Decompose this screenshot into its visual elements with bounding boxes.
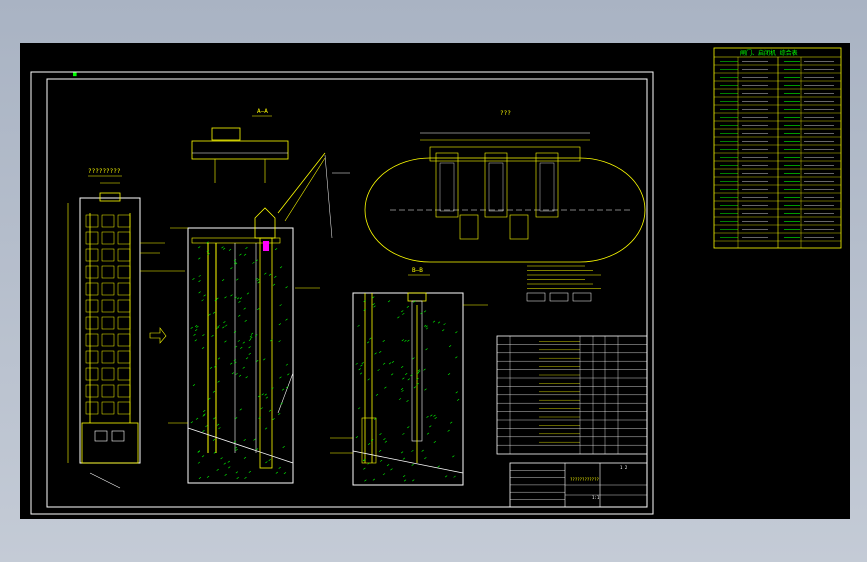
section-b-view: B—B — [330, 267, 488, 486]
title-block-drawing-no: ???????????? — [570, 477, 599, 482]
section-a-title: A—A — [257, 108, 268, 115]
title-block-scale: 1:1 — [592, 495, 600, 500]
section-b-title: B—B — [412, 267, 423, 274]
corner-mark: ■ — [73, 71, 77, 78]
section-a-view: A—A — [168, 108, 350, 484]
material-table — [496, 335, 648, 455]
plan-view: ??? — [364, 110, 646, 263]
cad-drawing: ■ ????????? A—A ??? B—B ???????????? 1:1… — [30, 47, 842, 515]
legend-notes — [526, 265, 601, 302]
title-block-sheet: 1 2 — [620, 465, 628, 470]
equipment-table: 闸门、启闭机 综合表 — [713, 47, 842, 249]
left-view-title: ????????? — [88, 168, 121, 175]
cad-viewport[interactable]: ■ ????????? A—A ??? B—B ???????????? 1:1… — [20, 43, 850, 519]
title-block: ???????????? 1:1 1 2 — [509, 462, 648, 508]
left-elevation-view: ????????? — [67, 168, 185, 489]
equipment-table-title: 闸门、启闭机 综合表 — [740, 49, 798, 57]
plan-view-title: ??? — [500, 110, 511, 117]
